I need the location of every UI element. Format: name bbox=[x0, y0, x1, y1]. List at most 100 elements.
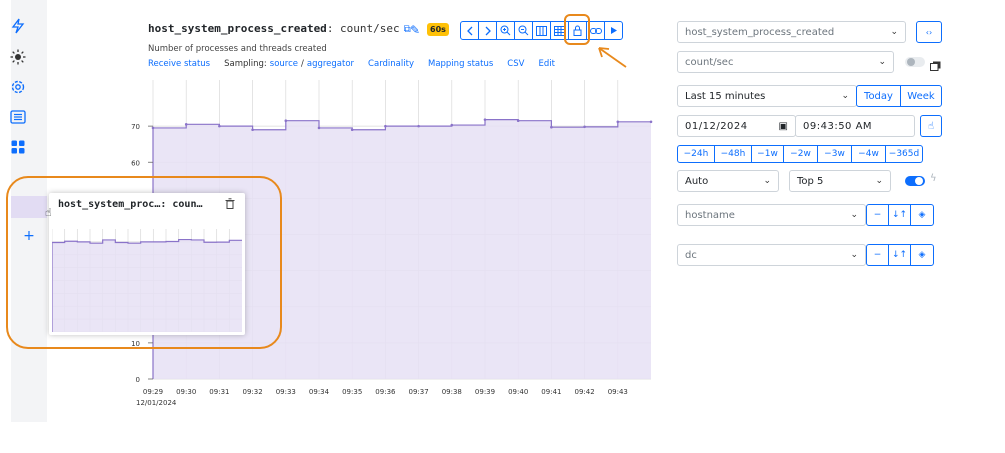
hostname-exclude-button[interactable]: − bbox=[866, 204, 889, 226]
x-tick-label: 09:31 bbox=[209, 388, 229, 396]
table-button-highlight bbox=[564, 14, 590, 45]
x-tick-label: 09:38 bbox=[442, 388, 462, 396]
card-mini-chart bbox=[52, 229, 242, 332]
hand-pointer-icon[interactable]: ☝ bbox=[920, 115, 942, 137]
mapping-status-link[interactable]: Mapping status bbox=[428, 59, 493, 69]
columns-icon[interactable] bbox=[532, 21, 551, 40]
copy-icon[interactable] bbox=[930, 56, 941, 71]
sun-icon[interactable] bbox=[0, 45, 36, 69]
chevron-down-icon: ⌄ bbox=[850, 210, 858, 220]
chevron-down-icon: ⌄ bbox=[878, 57, 886, 67]
data-point bbox=[350, 128, 354, 132]
date-input[interactable]: 01/12/2024 ▣ bbox=[677, 115, 796, 137]
refresh-badge[interactable]: 60s bbox=[427, 23, 449, 36]
sampling-separator: / bbox=[301, 59, 304, 69]
time-shift-group: −24h −48h −1w −2w −3w −4w −365d bbox=[677, 145, 923, 163]
chevron-down-icon: ⌄ bbox=[890, 27, 898, 37]
graph-toolbar bbox=[460, 21, 623, 40]
shift-1w[interactable]: −1w bbox=[751, 145, 784, 163]
chevron-right-icon[interactable] bbox=[478, 21, 497, 40]
max-host-toggle[interactable] bbox=[905, 176, 925, 186]
dc-controls: − ↓↑ ◈ bbox=[866, 244, 934, 266]
x-tick-label: 09:33 bbox=[276, 388, 296, 396]
metric-select[interactable]: host_system_process_created ⌄ bbox=[677, 21, 906, 43]
widget-preview-card[interactable]: host_system_proc…: coun… bbox=[49, 193, 245, 335]
x-tick-label: 09:40 bbox=[508, 388, 528, 396]
source-link[interactable]: source bbox=[270, 59, 298, 69]
chevron-down-icon: ⌄ bbox=[763, 176, 771, 186]
page-title: host_system_process_created: count/sec ⧉ bbox=[148, 22, 411, 35]
group-by-hostname-select[interactable]: hostname ⌄ bbox=[677, 204, 866, 226]
hostname-controls: − ↓↑ ◈ bbox=[866, 204, 934, 226]
annotation-arrow bbox=[598, 47, 627, 68]
data-point bbox=[483, 118, 487, 121]
x-tick-label: 09:41 bbox=[541, 388, 561, 396]
shift-2w[interactable]: −2w bbox=[783, 145, 818, 163]
x-tick-label: 09:29 bbox=[143, 388, 163, 396]
data-point bbox=[550, 125, 553, 129]
shift-24h[interactable]: −24h bbox=[677, 145, 715, 163]
y-tick-label: 60 bbox=[131, 159, 140, 167]
aggregation-select[interactable]: Auto ⌄ bbox=[677, 170, 779, 192]
chevron-left-icon[interactable] bbox=[460, 21, 479, 40]
shift-3w[interactable]: −3w bbox=[817, 145, 852, 163]
receive-status-link[interactable]: Receive status bbox=[148, 59, 210, 69]
dc-exclude-button[interactable]: − bbox=[866, 244, 889, 266]
series-area bbox=[52, 239, 242, 332]
chevron-down-icon: ⌄ bbox=[850, 250, 858, 260]
x-tick-label: 09:35 bbox=[342, 388, 362, 396]
metric-name: host_system_process_created bbox=[148, 22, 327, 35]
play-icon[interactable] bbox=[604, 21, 623, 40]
data-point bbox=[184, 123, 188, 126]
dashboard-icon[interactable] bbox=[0, 135, 36, 159]
code-toggle-button[interactable]: ‹› bbox=[916, 21, 942, 43]
hostname-sort-button[interactable]: ↓↑ bbox=[888, 204, 911, 226]
x-date-label: 12/01/2024 bbox=[136, 399, 177, 407]
data-point bbox=[317, 126, 321, 130]
lightning-icon: ϟ bbox=[930, 173, 937, 184]
week-button[interactable]: Week bbox=[900, 85, 942, 107]
lightning-icon[interactable] bbox=[0, 14, 36, 38]
dc-sort-button[interactable]: ↓↑ bbox=[888, 244, 911, 266]
data-point bbox=[251, 128, 254, 132]
data-point bbox=[218, 124, 221, 128]
group-by-dc-select[interactable]: dc ⌄ bbox=[677, 244, 866, 266]
data-point bbox=[151, 126, 155, 130]
x-tick-label: 09:42 bbox=[575, 388, 595, 396]
data-point bbox=[616, 120, 620, 124]
unit-toggle[interactable] bbox=[905, 57, 925, 67]
data-point bbox=[284, 119, 288, 123]
metric-description: Number of processes and threads created bbox=[148, 44, 327, 54]
pencil-icon[interactable]: ✎ bbox=[410, 23, 420, 37]
top-n-select[interactable]: Top 5 ⌄ bbox=[789, 170, 891, 192]
gear-icon[interactable] bbox=[0, 75, 36, 99]
metric-links: Receive status Sampling: source / aggreg… bbox=[148, 59, 569, 69]
chevron-down-icon: ⌄ bbox=[841, 91, 849, 101]
zoom-in-icon[interactable] bbox=[496, 21, 515, 40]
x-tick-label: 09:36 bbox=[375, 388, 396, 396]
card-title: host_system_proc…: coun… bbox=[58, 199, 203, 210]
today-button[interactable]: Today bbox=[856, 85, 901, 107]
zoom-out-icon[interactable] bbox=[514, 21, 533, 40]
time-input[interactable]: 09:43:50 AM bbox=[795, 115, 915, 137]
csv-link[interactable]: CSV bbox=[507, 59, 524, 69]
layers-icon[interactable]: ◈ bbox=[910, 204, 934, 226]
edit-link[interactable]: Edit bbox=[538, 59, 554, 69]
data-point bbox=[417, 124, 420, 128]
hand-cursor-icon: ☝ bbox=[45, 206, 52, 219]
data-point bbox=[516, 119, 520, 123]
trash-icon[interactable] bbox=[225, 198, 235, 212]
y-tick-label: 0 bbox=[136, 376, 140, 384]
shift-48h[interactable]: −48h bbox=[714, 145, 752, 163]
sampling-label: Sampling: bbox=[224, 59, 267, 69]
layers-icon[interactable]: ◈ bbox=[910, 244, 934, 266]
shift-4w[interactable]: −4w bbox=[851, 145, 886, 163]
unit-select[interactable]: count/sec ⌄ bbox=[677, 51, 894, 73]
cardinality-link[interactable]: Cardinality bbox=[368, 59, 414, 69]
time-range-select[interactable]: Last 15 minutes ⌄ bbox=[677, 85, 857, 107]
data-point bbox=[649, 120, 653, 124]
shift-365d[interactable]: −365d bbox=[885, 145, 923, 163]
data-point bbox=[583, 125, 586, 129]
list-icon[interactable] bbox=[0, 105, 36, 129]
aggregator-link[interactable]: aggregator bbox=[307, 59, 354, 69]
